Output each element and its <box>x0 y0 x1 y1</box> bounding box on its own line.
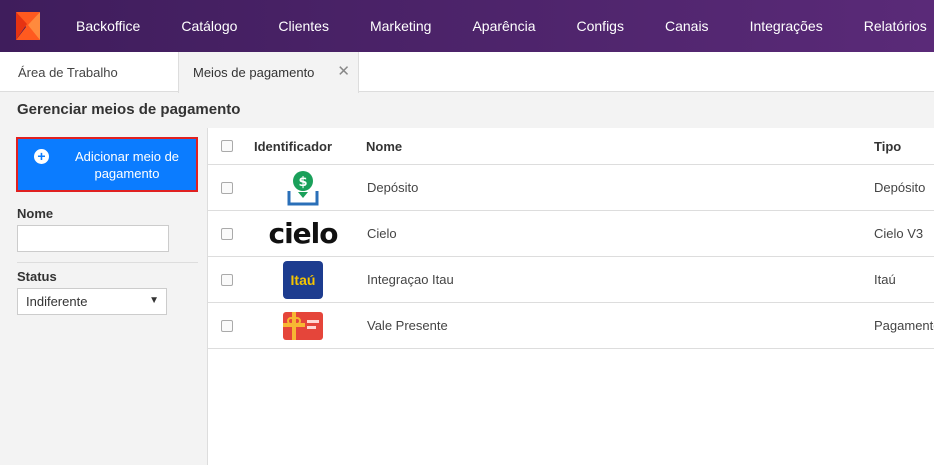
row-type: Itaú <box>874 272 896 287</box>
header-nome[interactable]: Nome <box>366 139 402 154</box>
table-row[interactable]: Vale Presente Pagamento <box>208 303 934 349</box>
nav-item-aparencia[interactable]: Aparência <box>472 0 535 52</box>
plus-circle-icon: + <box>34 149 49 164</box>
name-filter-label: Nome <box>17 206 54 221</box>
name-filter-input[interactable] <box>17 225 169 252</box>
nav-menu: Backoffice Catálogo Clientes Marketing A… <box>56 0 927 52</box>
page-title: Gerenciar meios de pagamento <box>17 101 241 118</box>
nav-item-configs[interactable]: Configs <box>577 0 624 52</box>
row-type: Depósito <box>874 180 926 195</box>
row-checkbox[interactable] <box>221 228 233 240</box>
row-name: Depósito <box>367 180 419 195</box>
dropdown-arrow-icon: ▼ <box>149 295 159 306</box>
status-filter-label: Status <box>17 269 57 284</box>
gift-card-icon <box>283 307 323 345</box>
nav-item-canais[interactable]: Canais <box>665 0 709 52</box>
payment-methods-table: Identificador Nome Tipo $ Depósito Depós… <box>208 128 934 465</box>
nav-item-clientes[interactable]: Clientes <box>278 0 329 52</box>
add-button-label: Adicionar meio de pagamento <box>74 148 180 181</box>
row-name: Vale Presente <box>367 318 448 333</box>
add-payment-method-button[interactable]: + Adicionar meio de pagamento <box>16 137 198 192</box>
row-checkbox[interactable] <box>221 182 233 194</box>
status-select[interactable]: Indiferente ▼ <box>17 288 167 315</box>
row-checkbox[interactable] <box>221 320 233 332</box>
divider <box>17 262 198 263</box>
nav-item-integracoes[interactable]: Integrações <box>750 0 823 52</box>
tab-bar: Área de Trabalho Meios de pagamento ✕ <box>0 52 934 93</box>
logo-icon[interactable] <box>0 0 56 52</box>
tab-label: Meios de pagamento <box>193 65 315 80</box>
header-identificador[interactable]: Identificador <box>254 139 332 154</box>
status-select-value: Indiferente <box>26 294 88 309</box>
row-name: Cielo <box>367 226 397 241</box>
tab-meios-de-pagamento[interactable]: Meios de pagamento ✕ <box>178 52 359 93</box>
svg-text:$: $ <box>298 175 307 190</box>
table-row[interactable]: Itaú Integraçao Itau Itaú <box>208 257 934 303</box>
row-type: Pagamento <box>874 318 934 333</box>
cielo-logo-text: cielo <box>268 217 338 250</box>
close-icon[interactable]: ✕ <box>337 62 350 80</box>
row-name: Integraçao Itau <box>367 272 454 287</box>
row-checkbox[interactable] <box>221 274 233 286</box>
header-tipo[interactable]: Tipo <box>874 139 901 154</box>
table-header: Identificador Nome Tipo <box>208 128 934 165</box>
nav-item-marketing[interactable]: Marketing <box>370 0 431 52</box>
nav-item-backoffice[interactable]: Backoffice <box>76 0 140 52</box>
row-type: Cielo V3 <box>874 226 924 241</box>
nav-item-catalogo[interactable]: Catálogo <box>181 0 237 52</box>
filter-sidebar: + Adicionar meio de pagamento Nome Statu… <box>0 128 208 465</box>
select-all-checkbox[interactable] <box>221 140 233 152</box>
top-navigation: Backoffice Catálogo Clientes Marketing A… <box>0 0 934 52</box>
itau-logo-text: Itaú <box>283 261 323 299</box>
cielo-logo: cielo <box>260 215 346 253</box>
deposit-icon: $ <box>283 169 323 207</box>
itau-logo: Itaú <box>283 261 323 299</box>
nav-item-relatorios[interactable]: Relatórios <box>864 0 927 52</box>
table-row[interactable]: $ Depósito Depósito <box>208 165 934 211</box>
tab-area-de-trabalho[interactable]: Área de Trabalho <box>18 52 118 92</box>
table-row[interactable]: cielo Cielo Cielo V3 <box>208 211 934 257</box>
